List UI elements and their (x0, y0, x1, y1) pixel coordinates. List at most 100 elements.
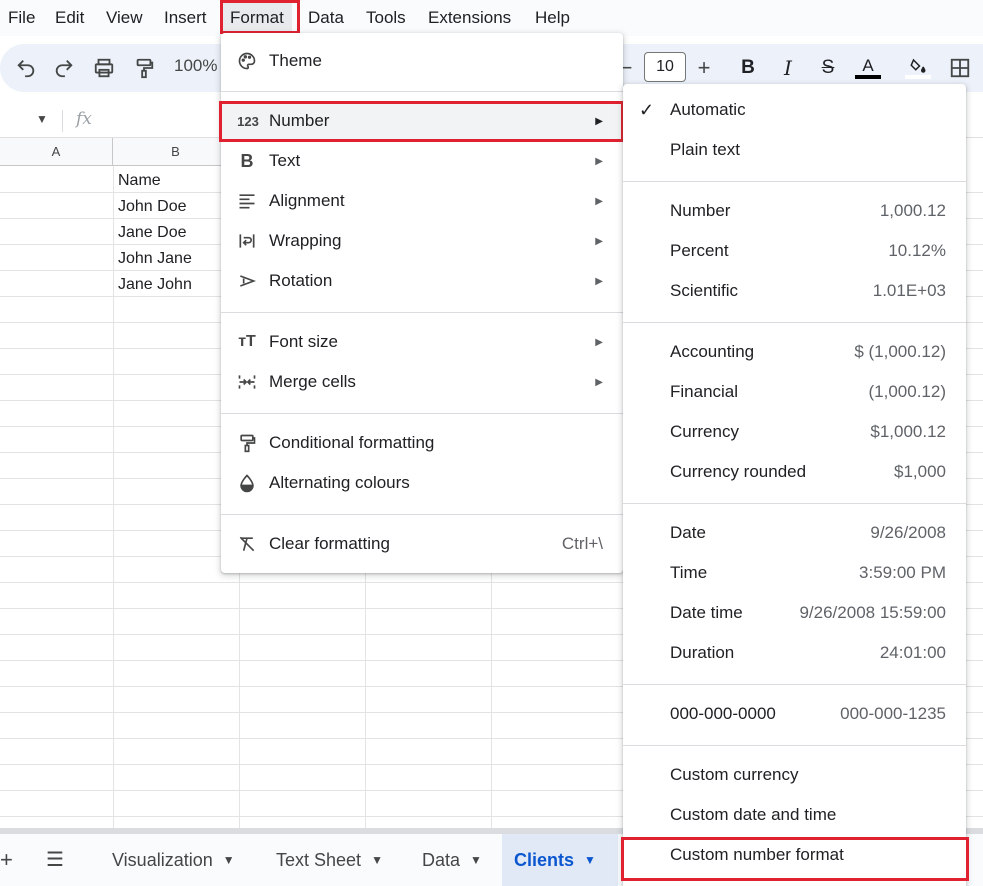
bold-icon[interactable]: B (732, 52, 764, 84)
format-example: $1,000.12 (870, 422, 946, 441)
menu-item-label: Number (269, 111, 330, 130)
menu-item-label: Alignment (269, 191, 345, 210)
number-format-time[interactable]: Time 3:59:00 PM (623, 554, 966, 594)
format-example: $1,000 (894, 462, 946, 481)
borders-icon[interactable] (944, 52, 976, 84)
format-menu-clear-formatting[interactable]: Clear formatting Ctrl+\ (221, 526, 623, 562)
format-example: (1,000.12) (868, 382, 947, 401)
format-menu-font-size[interactable]: ᴛT Font size ▶ (221, 324, 623, 360)
number-format-custom-currency[interactable]: Custom currency (623, 756, 966, 796)
format-menu-wrapping[interactable]: Wrapping ▶ (221, 223, 623, 259)
sheet-tab-label: Clients (514, 850, 575, 870)
menu-data[interactable]: Data (308, 2, 344, 34)
format-menu-number[interactable]: 123 Number ▶ (221, 103, 623, 139)
number-format-phone[interactable]: 000-000-0000 000-000-1235 (623, 695, 966, 735)
format-menu-rotation[interactable]: Rotation ▶ (221, 263, 623, 299)
number-format-financial[interactable]: Financial (1,000.12) (623, 373, 966, 413)
number-format-custom-date-time[interactable]: Custom date and time (623, 796, 966, 836)
number-format-currency[interactable]: Currency $1,000.12 (623, 413, 966, 453)
fx-icon: fx (76, 109, 92, 129)
number-format-currency-rounded[interactable]: Currency rounded $1,000 (623, 453, 966, 493)
menu-file[interactable]: File (8, 2, 35, 34)
paint-format-icon[interactable] (128, 52, 160, 84)
sheet-tab-data[interactable]: Data ▼ (410, 834, 494, 886)
paint-roller-icon (235, 431, 259, 455)
font-size-input[interactable]: 10 (644, 52, 686, 82)
print-icon[interactable] (88, 52, 120, 84)
cell-b3[interactable]: John Doe (118, 194, 187, 220)
menu-item-label: 000-000-0000 (670, 704, 776, 723)
formula-divider (62, 110, 63, 132)
format-example: 1.01E+03 (872, 281, 946, 300)
all-sheets-icon[interactable]: ☰ (46, 834, 64, 886)
number-format-percent[interactable]: Percent 10.12% (623, 232, 966, 272)
cell-b5[interactable]: John Jane (118, 246, 192, 272)
add-sheet-button[interactable]: + (0, 834, 13, 886)
menu-item-label: Time (670, 563, 708, 582)
number-format-date-time[interactable]: Date time 9/26/2008 15:59:00 (623, 594, 966, 634)
menu-item-label: Financial (670, 382, 739, 401)
menu-item-label: Accounting (670, 342, 755, 361)
zoom-select[interactable]: 100% (174, 56, 217, 76)
italic-icon[interactable]: I (772, 52, 804, 84)
cell-b2[interactable]: Name (118, 168, 161, 194)
menu-item-label: Merge cells (269, 372, 356, 391)
menu-insert[interactable]: Insert (164, 2, 207, 34)
menu-item-label: Plain text (670, 140, 740, 159)
menu-help[interactable]: Help (535, 2, 570, 34)
format-menu-text[interactable]: B Text ▶ (221, 143, 623, 179)
menu-item-label: Automatic (670, 100, 746, 119)
cell-b4[interactable]: Jane Doe (118, 220, 187, 246)
check-icon: ✓ (639, 100, 655, 120)
strikethrough-icon[interactable]: S (812, 52, 844, 84)
format-menu-merge-cells[interactable]: Merge cells ▶ (221, 364, 623, 400)
format-menu-alignment[interactable]: Alignment ▶ (221, 183, 623, 219)
number-format-automatic[interactable]: ✓ Automatic (623, 91, 966, 131)
name-box-dropdown-icon[interactable]: ▼ (36, 112, 48, 126)
format-example: 3:59:00 PM (859, 563, 946, 582)
number-format-duration[interactable]: Duration 24:01:00 (623, 634, 966, 674)
menu-item-label: Percent (670, 241, 729, 260)
number-format-plain-text[interactable]: Plain text (623, 131, 966, 171)
cell-b6[interactable]: Jane John (118, 272, 192, 298)
format-example: $ (1,000.12) (854, 342, 946, 361)
menu-format[interactable]: Format (222, 2, 292, 34)
number-format-number[interactable]: Number 1,000.12 (623, 192, 966, 232)
submenu-arrow-icon: ▶ (595, 336, 603, 348)
redo-icon[interactable] (48, 52, 80, 84)
menu-edit[interactable]: Edit (55, 2, 84, 34)
sheet-tab-visualization[interactable]: Visualization ▼ (100, 834, 247, 886)
palette-icon (235, 49, 259, 73)
fill-color-icon[interactable] (902, 52, 934, 84)
text-color-icon[interactable]: A (852, 52, 884, 84)
number-format-accounting[interactable]: Accounting $ (1,000.12) (623, 333, 966, 373)
format-menu-theme[interactable]: Theme (221, 43, 623, 79)
menu-item-label: Custom number format (670, 845, 844, 864)
number-format-submenu: ✓ Automatic Plain text Number 1,000.12 P… (623, 84, 966, 886)
menu-view[interactable]: View (106, 2, 143, 34)
menu-tools[interactable]: Tools (366, 2, 406, 34)
align-left-icon (235, 189, 259, 213)
menu-extensions[interactable]: Extensions (428, 2, 511, 34)
format-example: 1,000.12 (879, 201, 946, 220)
menu-item-label: Currency (670, 422, 739, 441)
number-123-icon: 123 (237, 113, 259, 129)
format-menu-alternating-colours[interactable]: Alternating colours (221, 465, 623, 501)
undo-icon[interactable] (10, 52, 42, 84)
menu-item-label: Alternating colours (269, 473, 410, 492)
menu-item-label: Date (670, 523, 706, 542)
sheet-tab-text-sheet[interactable]: Text Sheet ▼ (264, 834, 395, 886)
format-menu-conditional-formatting[interactable]: Conditional formatting (221, 425, 623, 461)
increase-font-size-icon[interactable]: + (688, 52, 720, 84)
number-format-scientific[interactable]: Scientific 1.01E+03 (623, 272, 966, 312)
format-example: 9/26/2008 15:59:00 (799, 603, 946, 622)
sheet-tab-clients[interactable]: Clients ▼ (502, 834, 618, 886)
column-header-a[interactable]: A (0, 138, 113, 166)
menu-item-label: Conditional formatting (269, 433, 435, 452)
menu-item-label: Number (670, 201, 731, 220)
number-format-custom-number-format[interactable]: Custom number format (623, 836, 966, 876)
menu-item-label: Duration (670, 643, 735, 662)
sheet-tab-label: Visualization (112, 850, 213, 870)
number-format-date[interactable]: Date 9/26/2008 (623, 514, 966, 554)
sheet-tab-label: Data (422, 850, 461, 870)
